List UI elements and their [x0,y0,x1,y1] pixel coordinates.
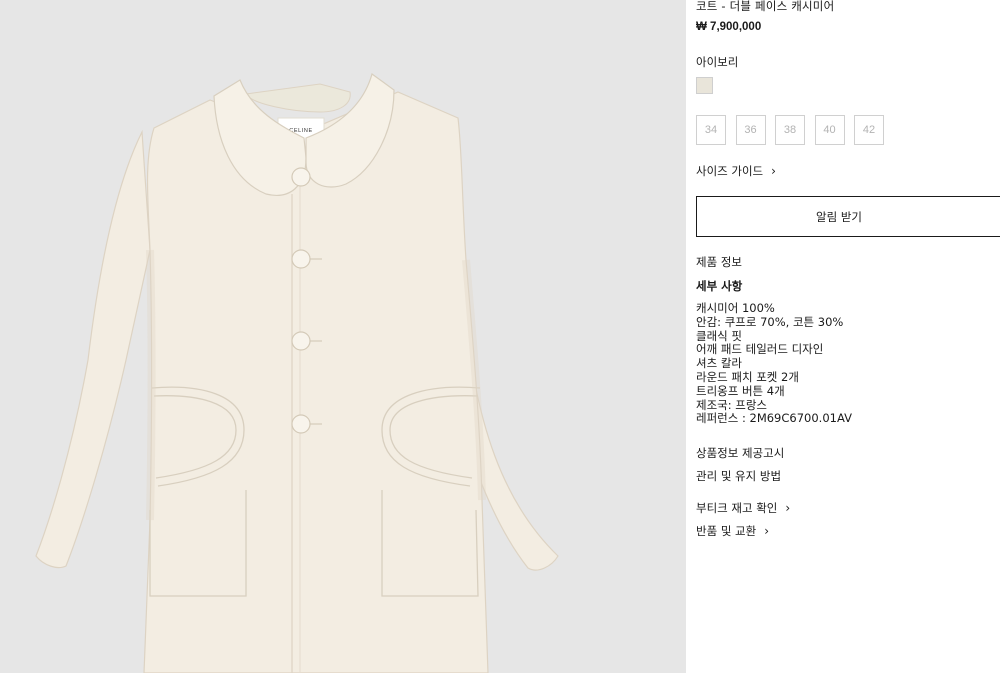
selected-color-name: 아이보리 [696,55,739,69]
detail-item: 레퍼런스 : 2M69C6700.01AV [696,411,852,426]
product-info-toggle[interactable]: 제품 정보 [696,254,742,270]
size-option-40[interactable]: 40 [814,115,845,145]
detail-item: 캐시미어 100% [696,301,775,315]
detail-item: 트리옹프 버튼 4개 [696,383,785,398]
product-image[interactable]: CELINE [0,0,686,673]
notify-me-button[interactable]: 알림 받기 [696,196,1000,237]
size-option-36[interactable]: 36 [735,115,766,145]
detail-item: 제조국: 프랑스 [696,397,768,412]
details-list: 캐시미어 100% 안감: 쿠프로 70%, 코튼 30% 클래식 핏 어깨 패… [696,301,852,426]
chevron-right-icon: › [785,501,791,515]
detail-item: 어깨 패드 테일러드 디자인 [696,342,824,357]
product-notice-link[interactable]: 상품정보 제공고시 [696,445,784,461]
boutique-stock-link[interactable]: 부티크 재고 확인 › [696,500,790,516]
size-option-42[interactable]: 42 [854,115,884,145]
size-option-34[interactable]: 34 [696,115,726,145]
coat-illustration: CELINE [35,73,559,673]
size-guide-link[interactable]: 사이즈 가이드 › [696,163,776,179]
chevron-right-icon: › [771,164,776,178]
product-title: 코트 - 더블 페이스 캐시미어 [696,0,835,13]
boutique-stock-label: 부티크 재고 확인 [696,501,778,515]
care-instructions-link[interactable]: 관리 및 유지 방법 [696,468,781,484]
detail-item: 셔츠 칼라 [696,356,742,371]
chevron-right-icon: › [764,524,770,538]
size-selector: 34 36 38 40 42 [696,115,894,145]
details-heading: 세부 사항 [696,279,743,293]
returns-exchange-link[interactable]: 반품 및 교환 › [696,523,769,539]
size-guide-label: 사이즈 가이드 [696,164,764,178]
detail-item: 클래식 핏 [696,328,742,343]
detail-item: 안감: 쿠프로 70%, 코튼 30% [696,314,844,329]
detail-item: 라운드 패치 포켓 2개 [696,369,799,384]
size-option-38[interactable]: 38 [775,115,805,145]
color-swatch-ivory[interactable] [696,77,713,94]
returns-exchange-label: 반품 및 교환 [696,524,757,538]
product-info-panel: 코트 - 더블 페이스 캐시미어 ₩ 7,900,000 아이보리 34 36 … [696,0,1000,673]
product-price: ₩ 7,900,000 [696,21,762,33]
